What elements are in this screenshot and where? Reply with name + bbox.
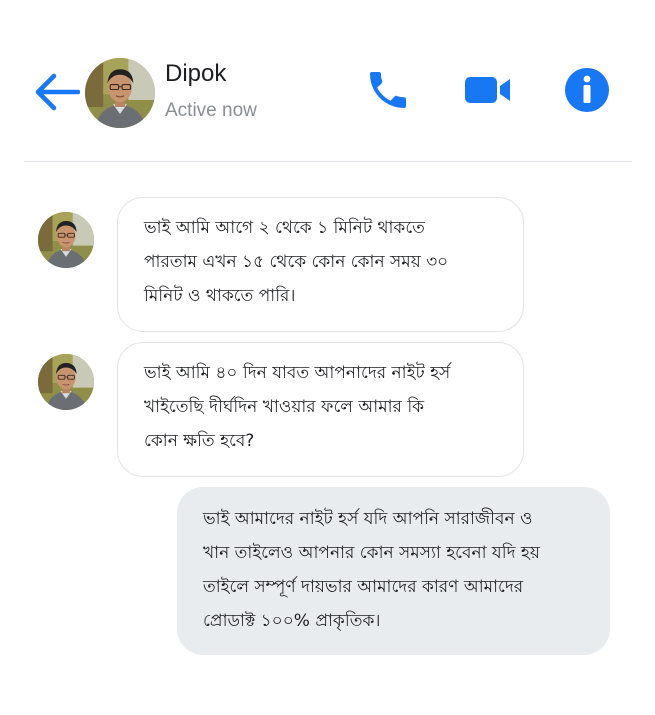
- incoming-message-bubble[interactable]: ভাই আমি ৪০ দিন যাবত আপনাদের নাইট হর্স খা…: [117, 342, 524, 477]
- contact-avatar[interactable]: [85, 58, 155, 128]
- chat-header: Dipok Active now: [0, 0, 655, 162]
- incoming-message-bubble[interactable]: ভাই আমি আগে ২ থেকে ১ মিনিট থাকতে পারতাম …: [117, 197, 524, 332]
- back-button[interactable]: [34, 72, 81, 112]
- video-camera-icon: [465, 77, 510, 103]
- contact-name[interactable]: Dipok: [165, 60, 226, 88]
- message-line: খান তাইলেও আপনার কোন সমস্যা হবেনা যদি হয…: [203, 543, 540, 563]
- phone-icon: [370, 72, 406, 108]
- contact-status: Active now: [165, 100, 257, 121]
- info-button[interactable]: [563, 66, 611, 114]
- message-line: তাইলে সম্পূর্ণ দায়ভার আমাদের কারণ আমাদে…: [203, 577, 524, 597]
- message-line: ভাই আমি আগে ২ থেকে ১ মিনিট থাকতে: [144, 218, 425, 238]
- header-divider: [24, 161, 632, 162]
- message-sender-avatar[interactable]: [38, 354, 94, 410]
- call-button[interactable]: [364, 66, 412, 114]
- message-line: মিনিট ও থাকতে পারি।: [144, 286, 296, 306]
- message-line: ভাই আমাদের নাইট হর্স যদি আপনি সারাজীবন ও: [203, 509, 533, 529]
- message-line: প্রোডাক্ট ১০০% প্রাকৃতিক।: [203, 611, 381, 631]
- message-sender-avatar[interactable]: [38, 212, 94, 268]
- message-line: পারতাম এখন ১৫ থেকে কোন কোন সময় ৩০: [144, 252, 449, 272]
- info-icon: [565, 68, 609, 112]
- outgoing-message-bubble[interactable]: ভাই আমাদের নাইট হর্স যদি আপনি সারাজীবন ও…: [177, 487, 610, 655]
- video-call-button[interactable]: [463, 66, 511, 114]
- message-line: কোন ক্ষতি হবে?: [144, 431, 255, 451]
- back-arrow-icon: [35, 73, 81, 111]
- message-line: খাইতেছি দীর্ঘদিন খাওয়ার ফলে আমার কি: [144, 397, 425, 417]
- message-line: ভাই আমি ৪০ দিন যাবত আপনাদের নাইট হর্স: [144, 363, 451, 383]
